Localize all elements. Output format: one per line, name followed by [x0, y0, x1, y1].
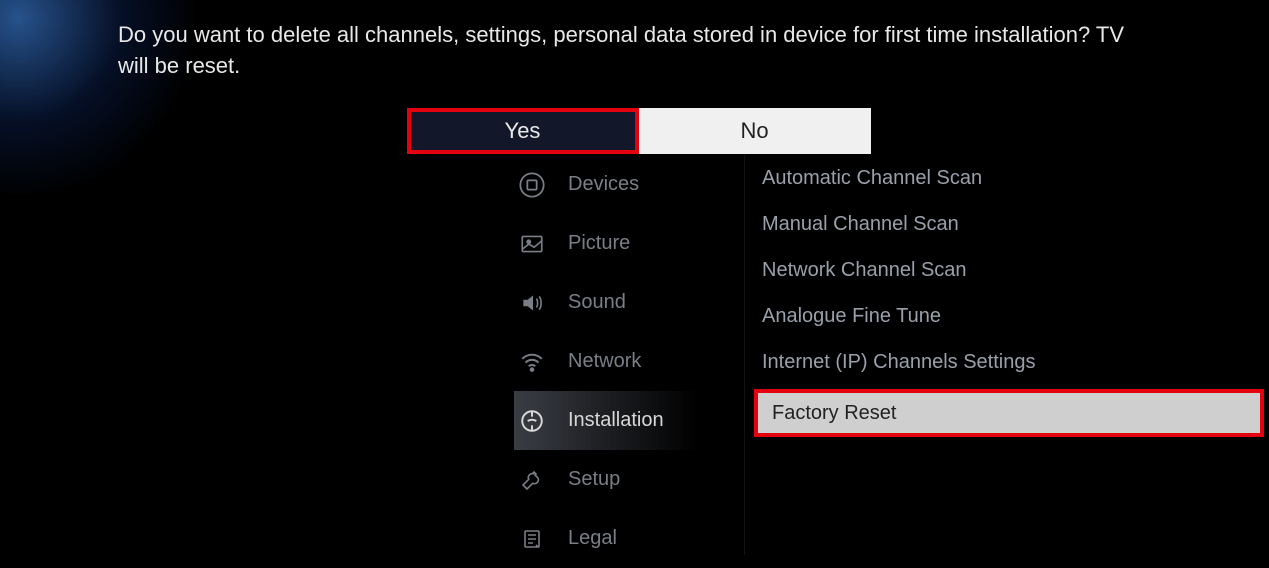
submenu-item-network-scan[interactable]: Network Channel Scan [758, 247, 1268, 293]
menu-item-network[interactable]: Network [514, 332, 744, 391]
dialog-message: Do you want to delete all channels, sett… [118, 20, 1159, 82]
installation-icon [514, 403, 550, 439]
menu-item-label: Legal [568, 527, 617, 550]
submenu-item-analogue-tune[interactable]: Analogue Fine Tune [758, 293, 1268, 339]
wifi-icon [514, 344, 550, 380]
confirmation-dialog: Do you want to delete all channels, sett… [0, 0, 1269, 154]
menu-item-sound[interactable]: Sound [514, 273, 744, 332]
menu-item-picture[interactable]: Picture [514, 214, 744, 273]
legal-icon [514, 521, 550, 557]
submenu-item-label: Automatic Channel Scan [762, 167, 982, 190]
menu-item-label: Setup [568, 468, 620, 491]
devices-icon [514, 167, 550, 203]
dialog-button-row: Yes No [118, 108, 1159, 154]
submenu-item-ip-channels[interactable]: Internet (IP) Channels Settings [758, 339, 1268, 385]
submenu-item-label: Network Channel Scan [762, 259, 967, 282]
no-button-label: No [740, 118, 768, 144]
menu-item-setup[interactable]: Setup [514, 450, 744, 509]
submenu-item-label: Internet (IP) Channels Settings [762, 351, 1035, 374]
yes-button[interactable]: Yes [407, 108, 639, 154]
menu-item-label: Sound [568, 291, 626, 314]
settings-menu: Devices Picture Sound Network Installati [514, 155, 744, 563]
sound-icon [514, 285, 550, 321]
menu-item-installation[interactable]: Installation [514, 391, 744, 450]
submenu-item-label: Manual Channel Scan [762, 213, 959, 236]
no-button[interactable]: No [639, 108, 871, 154]
menu-divider [744, 155, 745, 555]
wrench-icon [514, 462, 550, 498]
menu-item-label: Installation [568, 409, 664, 432]
installation-submenu: Automatic Channel Scan Manual Channel Sc… [758, 155, 1268, 437]
menu-item-label: Devices [568, 173, 639, 196]
submenu-item-manual-scan[interactable]: Manual Channel Scan [758, 201, 1268, 247]
submenu-item-label: Factory Reset [772, 402, 896, 425]
settings-panel: Devices Picture Sound Network Installati [0, 155, 1269, 563]
submenu-item-label: Analogue Fine Tune [762, 305, 941, 328]
menu-item-label: Network [568, 350, 641, 373]
picture-icon [514, 226, 550, 262]
submenu-item-factory-reset[interactable]: Factory Reset [754, 389, 1264, 437]
menu-item-devices[interactable]: Devices [514, 155, 744, 214]
yes-button-label: Yes [505, 118, 541, 144]
menu-item-label: Picture [568, 232, 630, 255]
menu-item-legal[interactable]: Legal [514, 509, 744, 568]
submenu-item-auto-scan[interactable]: Automatic Channel Scan [758, 155, 1268, 201]
